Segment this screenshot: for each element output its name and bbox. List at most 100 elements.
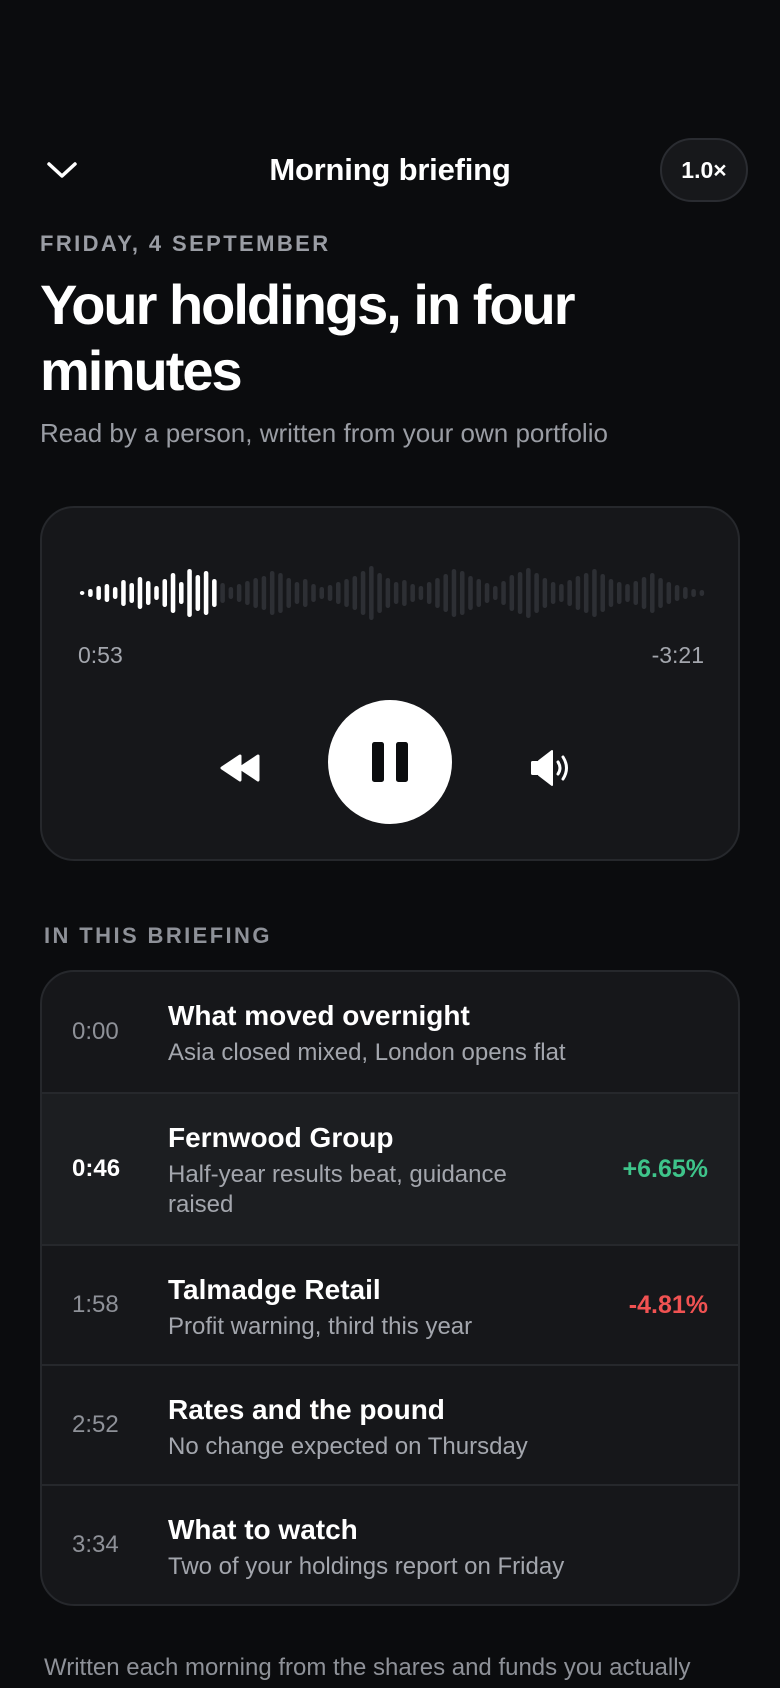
- volume-icon: [531, 750, 568, 786]
- waveform-bar-unplayed: [526, 568, 531, 618]
- waveform-bar-unplayed: [377, 573, 382, 613]
- chapter-title: What moved overnight: [168, 1000, 470, 1031]
- chapter-subtitle: Profit warning, third this year: [168, 1313, 473, 1340]
- waveform-bar-unplayed: [278, 573, 283, 613]
- waveform-bar-unplayed: [493, 586, 498, 600]
- waveform-bar-unplayed: [426, 582, 432, 604]
- waveform-bar-unplayed: [236, 584, 242, 602]
- time-remaining: -3:21: [651, 642, 704, 668]
- chapter-list: 0:00 What moved overnight Asia closed mixe…: [40, 970, 740, 1606]
- chapter-time: 2:52: [72, 1411, 119, 1438]
- waveform-bar-unplayed: [393, 582, 399, 604]
- waveform-bar-unplayed: [410, 584, 415, 602]
- briefing-subtitle: Read by a person, written from your own …: [40, 418, 608, 448]
- waveform-bar-unplayed: [674, 585, 680, 601]
- chapter-subtitle: Half-year results beat, guidance raised: [168, 1161, 507, 1218]
- waveform-bar-played: [137, 577, 143, 609]
- waveform-bar-played: [179, 582, 184, 604]
- waveform-bar-unplayed: [402, 580, 407, 606]
- chapter-subtitle: Two of your holdings report on Friday: [168, 1553, 565, 1580]
- waveform-bar-unplayed: [625, 584, 630, 602]
- waveform-bar-unplayed: [451, 569, 457, 617]
- waveform-bar-unplayed: [517, 572, 523, 614]
- waveform-bar-played: [121, 580, 126, 606]
- waveform-bar-played: [112, 587, 118, 599]
- chapter-title: What to watch: [168, 1514, 358, 1545]
- waveform-bar-unplayed: [344, 579, 349, 607]
- waveform-bar-unplayed: [360, 571, 366, 615]
- rewind-icon: [220, 754, 260, 782]
- chapter-subtitle: Asia closed mixed, London opens flat: [168, 1039, 566, 1066]
- audio-player: 0:53 -3:21: [40, 506, 740, 861]
- waveform-bar-unplayed: [691, 589, 696, 597]
- waveform-bar-unplayed: [633, 581, 639, 605]
- volume-button[interactable]: [520, 738, 580, 798]
- chapters-section-label: IN THIS BRIEFING: [44, 923, 272, 948]
- waveform-bar-played: [195, 575, 201, 611]
- price-change-positive: +6.65%: [622, 1154, 709, 1183]
- waveform-bar-unplayed: [385, 578, 391, 608]
- footer-note: Written each morning from the shares and…: [44, 1654, 691, 1681]
- waveform-bar-unplayed: [220, 583, 225, 603]
- waveform-bar-unplayed: [294, 582, 300, 604]
- waveform-bar-unplayed: [534, 573, 539, 613]
- waveform-bar-played: [162, 579, 168, 607]
- waveform-bar-unplayed: [501, 581, 506, 605]
- waveform-bar-unplayed: [228, 587, 234, 599]
- waveform-bar-unplayed: [336, 582, 341, 604]
- waveform-bar-unplayed: [600, 574, 605, 612]
- waveform-bar-unplayed: [311, 584, 316, 602]
- waveform-bar-unplayed: [699, 590, 705, 596]
- waveform-bar-unplayed: [542, 578, 548, 608]
- waveform-bar-unplayed: [286, 578, 291, 608]
- chapter-row[interactable]: 0:00 What moved overnight Asia closed mixe…: [42, 972, 738, 1092]
- waveform-bar-unplayed: [484, 583, 490, 603]
- pause-icon: [372, 742, 408, 782]
- waveform-bar-played: [88, 589, 93, 597]
- time-elapsed: 0:53: [78, 642, 123, 668]
- waveform-bar-unplayed: [418, 586, 424, 600]
- waveform-bar-unplayed: [575, 576, 581, 610]
- waveform-bar-unplayed: [658, 578, 663, 608]
- chapter-time: 0:00: [72, 1018, 119, 1045]
- waveform-bar-unplayed: [608, 579, 614, 607]
- top-bar: Morning briefing 1.0×: [0, 138, 780, 202]
- waveform-bar-unplayed: [616, 582, 622, 604]
- waveform-bar-played: [154, 586, 159, 600]
- waveform-bar-unplayed: [261, 576, 267, 610]
- waveform-bar-unplayed: [459, 571, 465, 615]
- waveform-bar-unplayed: [476, 579, 482, 607]
- briefing-headline: Your holdings, in four minutes: [40, 273, 576, 402]
- waveform-bar-played: [187, 569, 192, 617]
- waveform-bar-unplayed: [509, 575, 515, 611]
- chapter-time: 1:58: [72, 1291, 119, 1318]
- pause-button[interactable]: [328, 700, 452, 824]
- waveform-bar-unplayed: [666, 582, 672, 604]
- waveform-bar-unplayed: [269, 571, 275, 615]
- chapter-row[interactable]: 3:34 What to watch Two of your holdings re…: [42, 1484, 738, 1604]
- waveform-bar-played: [104, 584, 110, 602]
- chapter-row[interactable]: 2:52 Rates and the pound No change expecte…: [42, 1364, 738, 1484]
- chapter-row[interactable]: 0:46 Fernwood Group Half-year results beat…: [42, 1092, 738, 1244]
- waveform-bar-unplayed: [559, 584, 564, 602]
- waveform-bar-played: [212, 579, 217, 607]
- waveform-bar-played: [203, 571, 209, 615]
- waveform-bar-played: [145, 581, 151, 605]
- playback-speed-button[interactable]: 1.0×: [660, 138, 748, 202]
- chapter-title: Fernwood Group: [168, 1122, 394, 1153]
- chapter-row[interactable]: 1:58 Talmadge Retail Profit warning, third…: [42, 1244, 738, 1364]
- waveform-bar-unplayed: [641, 577, 647, 609]
- chapter-subtitle: No change expected on Thursday: [168, 1433, 528, 1460]
- waveform-bar-unplayed: [302, 579, 308, 607]
- waveform-bar-unplayed: [683, 587, 688, 599]
- waveform-scrubber[interactable]: [78, 548, 706, 638]
- waveform-bar-unplayed: [245, 581, 250, 605]
- rewind-button[interactable]: [210, 738, 270, 798]
- price-change-negative: -4.81%: [628, 1290, 708, 1319]
- briefing-date: FRIDAY, 4 SEPTEMBER: [40, 231, 331, 256]
- waveform-bar-unplayed: [443, 574, 448, 612]
- waveform-bar-unplayed: [567, 580, 572, 606]
- chapter-title: Talmadge Retail: [168, 1274, 381, 1305]
- waveform-bar-played: [170, 573, 176, 613]
- waveform-bar-played: [129, 583, 134, 603]
